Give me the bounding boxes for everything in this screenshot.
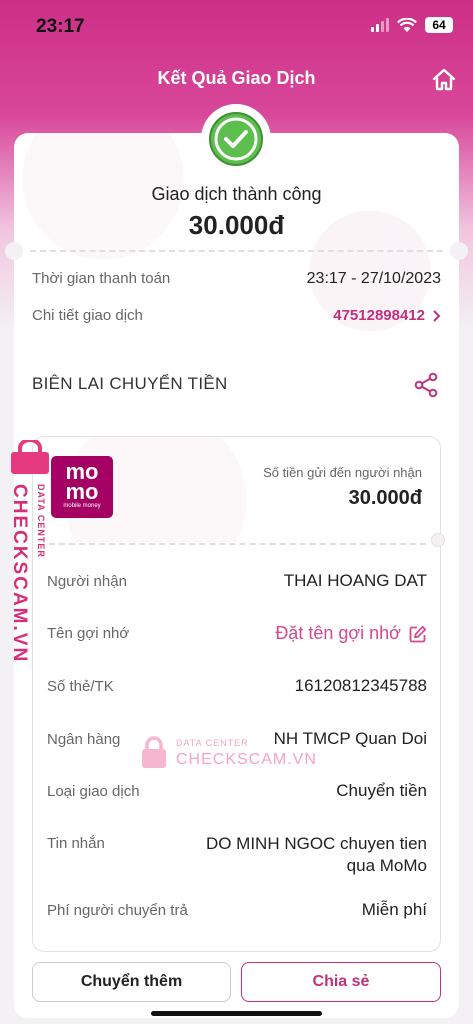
home-indicator: [151, 1011, 322, 1016]
payment-time-value: 23:17 - 27/10/2023: [306, 270, 441, 287]
watermark-checkscam: CHECKSCAM.VN: [9, 484, 30, 664]
transfer-more-button[interactable]: Chuyển thêm: [32, 962, 231, 1002]
nickname-label: Tên gợi nhớ: [47, 625, 130, 642]
message-label: Tin nhắn: [47, 835, 105, 852]
transaction-type-value: Chuyển tiền: [336, 781, 427, 800]
sent-amount-label: Số tiền gửi đến người nhận: [263, 465, 422, 480]
divider: [30, 250, 443, 252]
account-row: Số thẻ/TK 16120812345788: [47, 676, 427, 696]
watermark-left: DATA CENTER CHECKSCAM.VN: [4, 440, 50, 663]
card-notch-left: [5, 242, 23, 260]
sent-amount-value: 30.000đ: [348, 487, 422, 509]
share-icon[interactable]: [413, 372, 439, 398]
page-title: Kết Quả Giao Dịch: [157, 68, 316, 88]
payment-time-row: Thời gian thanh toán 23:17 - 27/10/2023: [32, 270, 441, 288]
receipt-divider: [49, 543, 426, 545]
set-nickname-label: Đặt tên gợi nhớ: [275, 623, 401, 643]
nickname-row: Tên gợi nhớ Đặt tên gợi nhớ: [47, 623, 427, 644]
transaction-amount: 30.000đ: [188, 210, 285, 240]
bank-label: Ngân hàng: [47, 731, 121, 748]
transaction-detail-link[interactable]: 47512898412: [333, 307, 441, 324]
receipt-notch: [431, 533, 445, 547]
status-bar: 23:17 64: [0, 0, 473, 56]
transaction-type-label: Loại giao dịch: [47, 783, 140, 800]
status-icons: 64: [371, 17, 453, 33]
wifi-icon: [397, 17, 417, 32]
fee-label: Phí người chuyển trả: [47, 902, 188, 919]
watermark-center-small: DATA CENTER: [176, 738, 249, 748]
account-label: Số thẻ/TK: [47, 678, 114, 695]
watermark-center: DATA CENTER CHECKSCAM.VN: [140, 734, 316, 774]
receipt-card: mo mo mobile money Số tiền gửi đến người…: [32, 436, 441, 952]
recipient-label: Người nhận: [47, 573, 127, 590]
account-value: 16120812345788: [294, 676, 427, 695]
transaction-detail-label: Chi tiết giao dịch: [32, 307, 143, 324]
chevron-right-icon: [433, 310, 441, 321]
watermark-data-center: DATA CENTER: [36, 484, 46, 558]
transaction-detail-row[interactable]: Chi tiết giao dịch 47512898412: [32, 307, 441, 324]
fee-value: Miễn phí: [361, 900, 427, 919]
transaction-id: 47512898412: [333, 307, 425, 324]
message-value: DO MINH NGOC chuyen tien qua MoMo: [205, 834, 427, 875]
lock-icon: [142, 736, 166, 768]
card-notch-right: [450, 242, 468, 260]
home-icon[interactable]: [431, 68, 457, 92]
recipient-row: Người nhận THAI HOANG DAT: [47, 571, 427, 591]
payment-time-label: Thời gian thanh toán: [32, 270, 171, 287]
success-badge: [201, 104, 271, 174]
set-nickname-button[interactable]: Đặt tên gợi nhớ: [275, 623, 427, 644]
watermark-center-big: CHECKSCAM.VN: [176, 751, 317, 768]
check-circle-icon: [209, 112, 263, 166]
battery-icon: 64: [425, 17, 453, 33]
fee-row: Phí người chuyển trả Miễn phí: [47, 900, 427, 920]
transaction-status: Giao dịch thành công: [151, 184, 322, 204]
transaction-type-row: Loại giao dịch Chuyển tiền: [47, 781, 427, 801]
status-time: 23:17: [36, 16, 85, 37]
momo-logo: mo mo mobile money: [51, 456, 113, 518]
edit-icon: [409, 625, 427, 642]
recipient-value: THAI HOANG DAT: [283, 571, 427, 590]
share-button[interactable]: Chia sẻ: [241, 962, 441, 1002]
lock-icon: [11, 440, 49, 474]
receipt-section-title: BIÊN LAI CHUYỂN TIỀN: [32, 374, 228, 393]
signal-icon: [371, 18, 389, 32]
message-row: Tin nhắn DO MINH NGOC chuyen tien qua Mo…: [47, 833, 427, 877]
